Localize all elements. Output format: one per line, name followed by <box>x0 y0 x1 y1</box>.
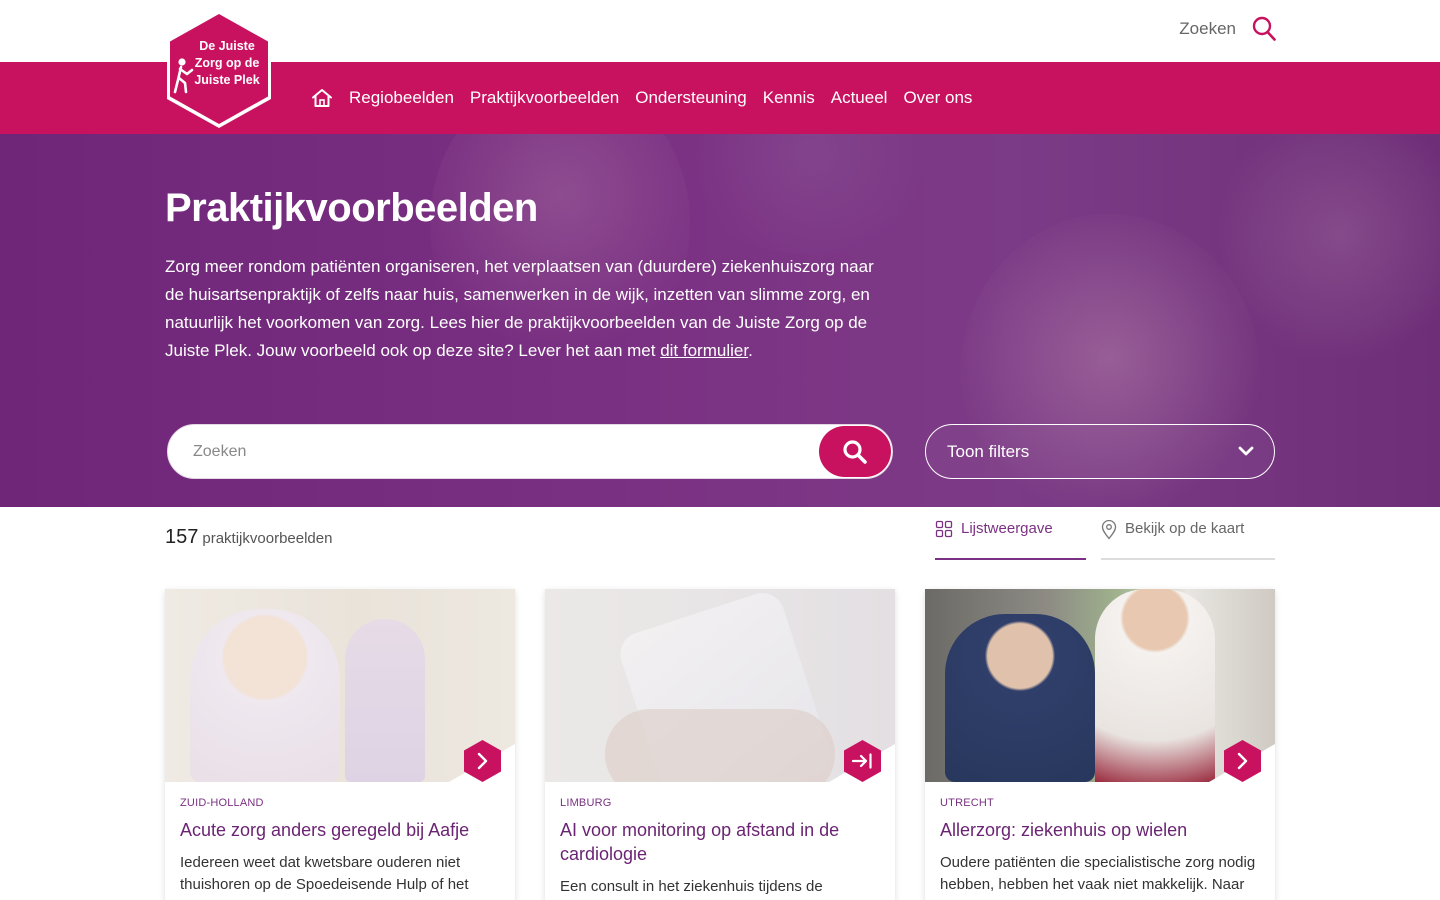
hero-intro-text: Zorg meer rondom patiënten organiseren, … <box>165 257 874 360</box>
map-pin-icon <box>1101 520 1117 540</box>
card-image <box>165 589 515 782</box>
tab-map-view[interactable]: Bekijk op de kaart <box>1101 520 1275 560</box>
search-icon <box>1252 16 1276 41</box>
card-title: AI voor monitoring op afstand in de card… <box>560 820 840 864</box>
home-icon <box>312 89 332 107</box>
tab-list-label: Lijstweergave <box>961 520 1053 537</box>
logo-line: Juiste Plek <box>194 73 260 87</box>
logo-line: De Juiste <box>199 39 255 53</box>
result-count: 157 praktijkvoorbeelden <box>165 526 332 549</box>
result-count-label: praktijkvoorbeelden <box>202 530 333 547</box>
card-image <box>925 589 1275 782</box>
chevron-right-icon <box>464 740 501 782</box>
form-link[interactable]: dit formulier <box>660 341 748 360</box>
hero-intro-end: . <box>748 341 753 360</box>
filter-label: Toon filters <box>947 442 1030 461</box>
nav-praktijkvoorbeelden[interactable]: Praktijkvoorbeelden <box>470 88 619 108</box>
card-acute-zorg-aafje[interactable]: ZUID-HOLLAND Acute zorg anders geregeld … <box>165 589 515 900</box>
card-image <box>545 589 895 782</box>
chevron-down-icon <box>1238 446 1254 456</box>
page-title: Praktijkvoorbeelden <box>165 186 538 230</box>
nav-actueel[interactable]: Actueel <box>831 88 888 108</box>
tab-list-view[interactable]: Lijstweergave <box>935 520 1086 560</box>
card-region: LIMBURG <box>560 797 612 809</box>
hero-banner: Praktijkvoorbeelden Zorg meer rondom pat… <box>0 134 1440 507</box>
search-input[interactable] <box>193 425 793 478</box>
tab-map-label: Bekijk op de kaart <box>1125 520 1245 537</box>
card-title: Acute zorg anders geregeld bij Aafje <box>180 820 470 840</box>
arrow-to-end-icon <box>844 740 881 782</box>
search-icon <box>843 439 867 464</box>
hero-content: Praktijkvoorbeelden Zorg meer rondom pat… <box>165 134 1275 507</box>
card-region: UTRECHT <box>940 797 994 809</box>
card-description: Een consult in het ziekenhuis tijdens de <box>560 878 823 895</box>
card-region: ZUID-HOLLAND <box>180 797 264 809</box>
site-logo[interactable]: De Juiste Zorg op de Juiste Plek <box>165 8 273 130</box>
search-button[interactable] <box>819 426 891 477</box>
logo-text: De Juiste Zorg op de Juiste Plek <box>187 38 267 89</box>
card-description: Iedereen weet dat kwetsbare ouderen niet… <box>180 854 469 893</box>
chevron-right-icon <box>1224 740 1261 782</box>
top-search-label: Zoeken <box>1179 19 1236 38</box>
result-count-number: 157 <box>165 526 199 548</box>
logo-line: Zorg op de <box>194 56 260 70</box>
nav-home[interactable] <box>311 88 333 108</box>
card-corner <box>449 744 515 782</box>
filter-toggle[interactable]: Toon filters <box>925 424 1275 479</box>
grid-icon <box>935 520 953 538</box>
nav-kennis[interactable]: Kennis <box>763 88 815 108</box>
card-corner <box>829 744 895 782</box>
nav-items: Regiobeelden Praktijkvoorbeelden Onderst… <box>311 62 988 134</box>
card-allerzorg-ziekenhuis-op-wielen[interactable]: UTRECHT Allerzorg: ziekenhuis op wielen … <box>925 589 1275 900</box>
nav-ondersteuning[interactable]: Ondersteuning <box>635 88 747 108</box>
card-description: Oudere patiënten die specialistische zor… <box>940 854 1256 893</box>
card-ai-monitoring-cardiologie[interactable]: LIMBURG AI voor monitoring op afstand in… <box>545 589 895 900</box>
nav-over-ons[interactable]: Over ons <box>903 88 972 108</box>
search-box <box>167 424 893 479</box>
top-search-button[interactable]: Zoeken <box>1179 16 1276 42</box>
card-title: Allerzorg: ziekenhuis op wielen <box>940 820 1188 840</box>
nav-regiobeelden[interactable]: Regiobeelden <box>349 88 454 108</box>
hero-intro: Zorg meer rondom patiënten organiseren, … <box>165 253 885 365</box>
card-corner <box>1209 744 1275 782</box>
